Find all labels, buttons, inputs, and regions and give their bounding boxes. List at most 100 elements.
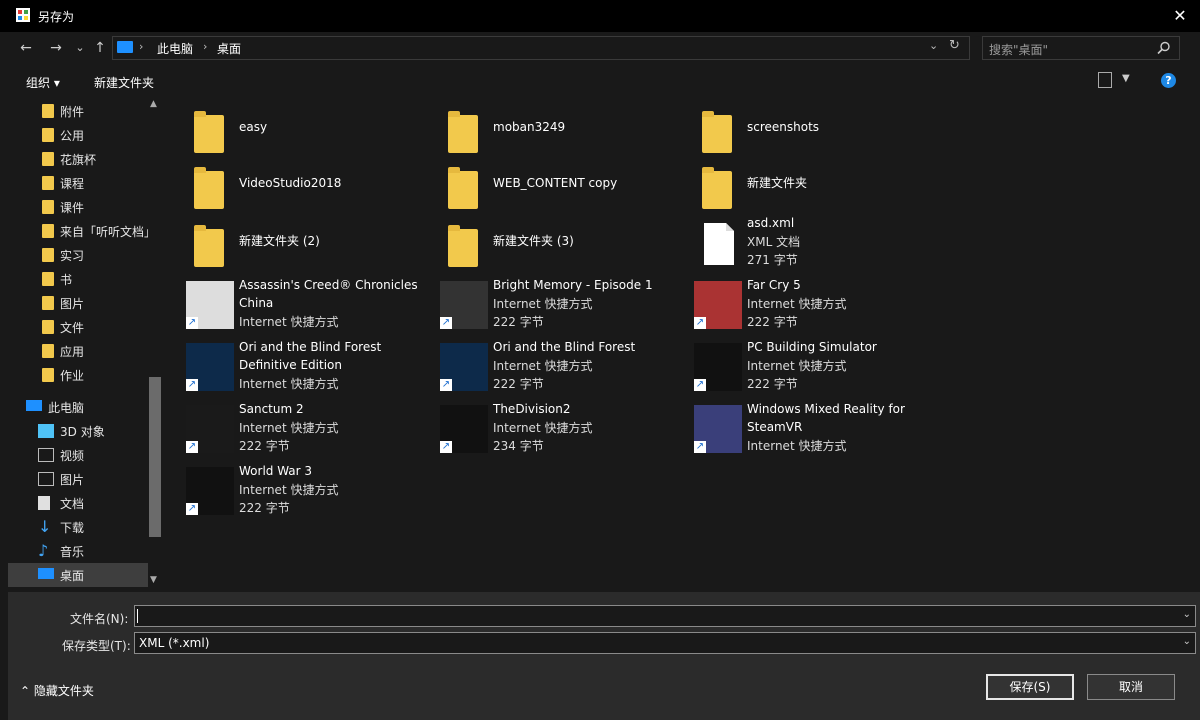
shortcut-arrow-icon: ↗ (186, 503, 198, 515)
cancel-button[interactable]: 取消 (1087, 674, 1175, 700)
refresh-icon[interactable]: ↻ (949, 38, 960, 53)
pc-icon (26, 400, 42, 411)
sidebar-item[interactable]: 课件 (8, 195, 148, 219)
sidebar-item[interactable]: 此电脑 (8, 395, 148, 419)
file-detail: Internet 快捷方式 (239, 483, 339, 497)
file-item[interactable]: ↗ Windows Mixed Reality for SteamVR Interne… (674, 401, 924, 461)
sidebar-item[interactable]: ♪ 音乐 (8, 539, 148, 563)
up-button[interactable]: ↑ (90, 38, 110, 58)
file-item[interactable]: ↗ Far Cry 5 Internet 快捷方式 222 字节 (674, 277, 924, 337)
download-icon: ↓ (38, 517, 52, 536)
scroll-up-icon[interactable]: ▲ (150, 99, 157, 109)
save-type-value: XML (*.xml) (139, 636, 210, 650)
file-item[interactable]: ↗ Bright Memory - Episode 1 Internet 快捷方式 2… (420, 277, 670, 337)
folder-item[interactable]: 新建文件夹 (2) (166, 215, 416, 275)
document-icon (38, 496, 50, 510)
file-item[interactable]: ↗ World War 3 Internet 快捷方式 222 字节 (166, 463, 416, 523)
address-bar[interactable]: › 此电脑 › 桌面 ⌄ ↻ (112, 36, 970, 60)
sidebar-item[interactable]: 公用 (8, 123, 148, 147)
sidebar-item[interactable]: 3D 对象 (8, 419, 148, 443)
view-options-icon[interactable] (1098, 72, 1112, 88)
sidebar-item[interactable]: 应用 (8, 339, 148, 363)
sidebar-item-label: 音乐 (60, 545, 85, 559)
scroll-down-icon[interactable]: ▼ (150, 575, 157, 585)
folder-icon (694, 161, 742, 209)
organize-menu[interactable]: 组织 ▾ (26, 74, 60, 91)
file-item[interactable]: ↗ PC Building Simulator Internet 快捷方式 222 字… (674, 339, 924, 399)
folder-item[interactable]: VideoStudio2018 (166, 157, 416, 217)
file-name: 新建文件夹 (3) (493, 234, 574, 248)
sidebar-item[interactable]: 文件 (8, 315, 148, 339)
close-button[interactable]: ✕ (1160, 0, 1200, 32)
sidebar-item[interactable]: 图片 (8, 467, 148, 491)
sidebar-item-label: 桌面 (60, 569, 85, 583)
breadcrumb-separator[interactable]: › (139, 40, 143, 53)
sidebar-item[interactable]: 作业 (8, 363, 148, 387)
scroll-thumb[interactable] (149, 377, 161, 537)
sidebar-item[interactable]: 视频 (8, 443, 148, 467)
address-dropdown-icon[interactable]: ⌄ (929, 39, 938, 52)
navigation-scrollbar[interactable]: ▲ ▼ (148, 97, 162, 592)
sidebar-item[interactable]: 书 (8, 267, 148, 291)
recent-locations-button[interactable]: ⌄ (70, 38, 90, 58)
hide-folders-toggle[interactable]: ⌃ 隐藏文件夹 (20, 682, 94, 699)
file-name: WEB_CONTENT copy (493, 176, 618, 190)
folder-icon (42, 296, 54, 310)
game-shortcut-icon: ↗ (440, 405, 488, 453)
file-detail: 222 字节 (493, 377, 544, 391)
sidebar-item[interactable]: 花旗杯 (8, 147, 148, 171)
file-item[interactable]: ↗ TheDivision2 Internet 快捷方式 234 字节 (420, 401, 670, 461)
forward-button[interactable]: → (46, 38, 66, 58)
folder-item[interactable]: WEB_CONTENT copy (420, 157, 670, 217)
filename-field[interactable]: ⌄ (134, 605, 1196, 627)
breadcrumb-separator[interactable]: › (203, 40, 207, 53)
help-icon[interactable]: ? (1161, 73, 1176, 88)
file-name: moban3249 (493, 120, 566, 134)
new-folder-button[interactable]: 新建文件夹 (94, 74, 154, 91)
folder-item[interactable]: 新建文件夹 (674, 157, 924, 217)
folder-icon (42, 344, 54, 358)
save-button[interactable]: 保存(S) (986, 674, 1074, 700)
file-name: World War 3 (239, 464, 313, 478)
search-icon[interactable] (1157, 41, 1171, 55)
file-item[interactable]: ↗ Ori and the Blind Forest Definitive Edit… (166, 339, 416, 399)
sidebar-item-label: 图片 (60, 297, 85, 311)
file-name: Ori and the Blind Forest (239, 340, 382, 354)
folder-item[interactable]: moban3249 (420, 101, 670, 161)
save-type-dropdown-icon[interactable]: ⌄ (1183, 636, 1191, 647)
file-list: easy moban3249 screenshots VideoStudio2018 W… (166, 97, 1200, 592)
shortcut-arrow-icon: ↗ (186, 317, 198, 329)
folder-icon (186, 105, 234, 153)
file-name: VideoStudio2018 (239, 176, 342, 190)
breadcrumb-desktop[interactable]: 桌面 (217, 40, 241, 57)
view-dropdown-icon[interactable]: ▼ (1122, 73, 1130, 84)
sidebar-item[interactable]: ↓ 下载 (8, 515, 148, 539)
search-box[interactable]: 搜索"桌面" (982, 36, 1180, 60)
filename-dropdown-icon[interactable]: ⌄ (1183, 609, 1191, 620)
shortcut-arrow-icon: ↗ (440, 441, 452, 453)
sidebar-item[interactable]: 实习 (8, 243, 148, 267)
search-input[interactable]: 搜索"桌面" (989, 41, 1048, 58)
save-type-select[interactable]: XML (*.xml) ⌄ (134, 632, 1196, 654)
folder-item[interactable]: 新建文件夹 (3) (420, 215, 670, 275)
file-item[interactable]: ↗ Sanctum 2 Internet 快捷方式 222 字节 (166, 401, 416, 461)
file-detail: Internet 快捷方式 (239, 377, 339, 391)
breadcrumb-this-pc[interactable]: 此电脑 (157, 40, 193, 57)
sidebar-item-label: 附件 (60, 105, 85, 119)
file-item[interactable]: ↗ Ori and the Blind Forest Internet 快捷方式 22… (420, 339, 670, 399)
back-button[interactable]: ← (16, 38, 36, 58)
game-shortcut-icon: ↗ (694, 343, 742, 391)
folder-item[interactable]: screenshots (674, 101, 924, 161)
sidebar-item-label: 下载 (60, 521, 85, 535)
sidebar-item[interactable]: 来自「听听文档」 (8, 219, 156, 243)
file-detail: 222 字节 (239, 501, 290, 515)
sidebar-item[interactable]: 桌面 (8, 563, 148, 587)
sidebar-item[interactable]: 附件 (8, 99, 148, 123)
sidebar-item[interactable]: 文档 (8, 491, 148, 515)
file-item[interactable]: ↗ Assassin's Creed® Chronicles China Intern… (166, 277, 418, 337)
file-item[interactable]: asd.xml XML 文档 271 字节 (674, 215, 924, 275)
sidebar-item[interactable]: 课程 (8, 171, 148, 195)
folder-item[interactable]: easy (166, 101, 416, 161)
shortcut-arrow-icon: ↗ (694, 379, 706, 391)
sidebar-item[interactable]: 图片 (8, 291, 148, 315)
